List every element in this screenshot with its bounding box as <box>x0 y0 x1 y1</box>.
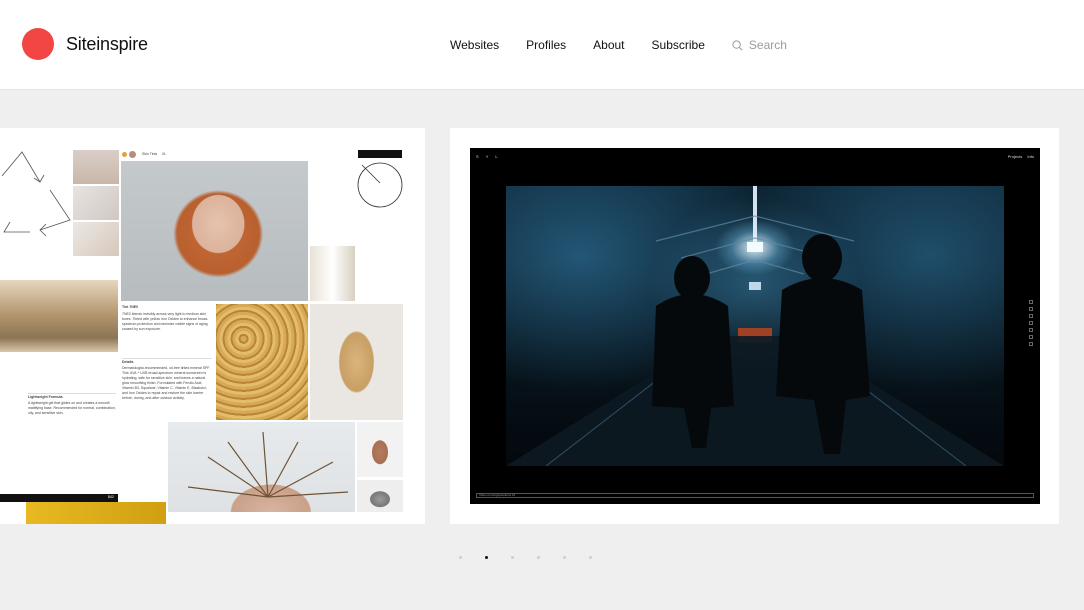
search-box[interactable] <box>732 38 839 52</box>
details-text: Dermatologist-recommended, oil-free tint… <box>122 366 211 400</box>
logo-circle-icon <box>22 28 54 60</box>
nav-subscribe[interactable]: Subscribe <box>652 38 705 52</box>
pager-dot-6[interactable] <box>589 556 592 559</box>
screen-side-indicators <box>1029 300 1034 349</box>
main-portrait-image <box>121 161 308 301</box>
badge-skin-tints: Skin Tints <box>142 152 158 156</box>
video-site-screen: S Y L Projects Info Video running/questi… <box>470 148 1040 504</box>
recycle-arrows-icon <box>1 151 71 237</box>
nav-websites[interactable]: Websites <box>450 38 499 52</box>
search-icon <box>732 39 743 50</box>
screen-nav: Projects Info <box>1004 154 1034 159</box>
bottom-yellow-bar <box>26 502 166 524</box>
main-nav: Websites Profiles About Subscribe <box>450 38 839 52</box>
thumb-hand <box>73 186 119 220</box>
pager-dot-3[interactable] <box>511 556 514 559</box>
screen-logo: S Y L <box>476 154 501 159</box>
nav-profiles[interactable]: Profiles <box>526 38 566 52</box>
carousel-pagination <box>459 556 615 559</box>
product-title: Tint 7NE0 <box>122 305 139 309</box>
site-logo[interactable]: Siteinspire <box>22 28 148 60</box>
thumb-portrait <box>73 150 119 184</box>
cream-swatch-image <box>310 304 403 420</box>
crushed-powder-image <box>216 304 308 420</box>
screen-nav-projects: Projects <box>1007 154 1023 159</box>
top-black-bar <box>358 150 402 158</box>
size-tag: XL <box>162 152 167 156</box>
site-name: Siteinspire <box>66 33 148 54</box>
pager-dot-4[interactable] <box>537 556 540 559</box>
pager-dot-1[interactable] <box>459 556 462 559</box>
search-input[interactable] <box>748 38 839 52</box>
formula-text: A lightweight gel that glides on and cre… <box>28 401 116 415</box>
spike-lines <box>187 431 349 498</box>
bottom-black-bar <box>0 494 118 502</box>
site-card-skincare[interactable]: Skin Tints XL Tint 7NE0 7NE0 blends invi… <box>0 128 425 524</box>
bottom-tag: $42 <box>108 495 114 499</box>
pager-dot-2[interactable] <box>485 556 488 559</box>
profile-thumb-2 <box>357 480 403 512</box>
tunnel-scene <box>506 186 1004 466</box>
site-header: Siteinspire Websites Profiles About Subs… <box>0 0 1084 90</box>
nav-about[interactable]: About <box>593 38 624 52</box>
screen-nav-info: Info <box>1027 154 1034 159</box>
product-tube-image <box>0 280 118 352</box>
profile-thumb-1 <box>357 422 403 477</box>
details-title: Details <box>122 358 212 364</box>
screen-caption-bar: Video running/questions 01 <box>476 493 1034 498</box>
product-description: 7NE0 blends invisibly across very light … <box>122 312 209 331</box>
formula-title: Lightweight Formula <box>28 393 116 399</box>
site-card-video[interactable]: S Y L Projects Info Video running/questi… <box>450 128 1059 524</box>
pager-dot-5[interactable] <box>563 556 566 559</box>
brand-mini-dots <box>122 151 138 158</box>
circle-slash-icon <box>357 162 403 208</box>
product-bottle-image <box>310 246 355 301</box>
thumb-hair <box>73 222 119 256</box>
tunnel-video-frame <box>506 186 1004 466</box>
